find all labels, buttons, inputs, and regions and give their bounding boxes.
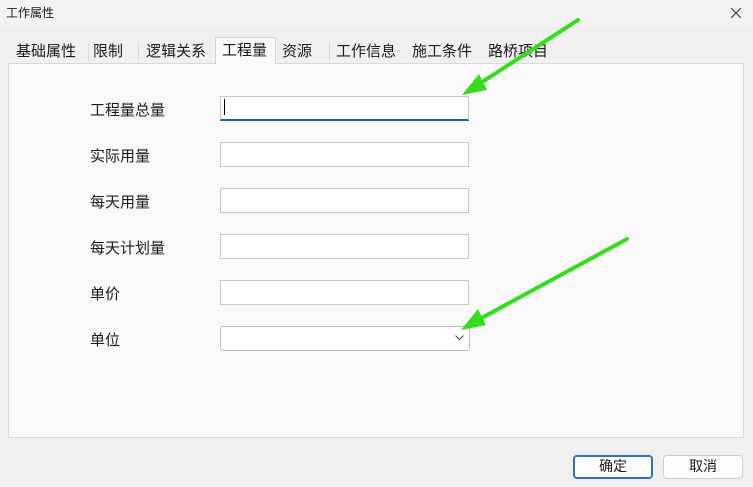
tab-basic-properties[interactable]: 基础属性 [16, 40, 76, 64]
ok-button[interactable]: 确定 [573, 455, 653, 479]
tab-resources[interactable]: 资源 [282, 40, 312, 64]
tab-separator [88, 42, 89, 62]
label-daily-planned: 每天计划量 [90, 239, 166, 257]
close-icon [731, 8, 741, 18]
tab-road-bridge-items[interactable]: 路桥项目 [488, 40, 548, 64]
text-caret [224, 99, 225, 115]
title-bar: 工作属性 [0, 0, 753, 26]
label-unit-price: 单价 [90, 285, 121, 303]
tab-constraints[interactable]: 限制 [93, 40, 123, 64]
label-total-quantity: 工程量总量 [90, 101, 166, 119]
chevron-down-icon [455, 335, 464, 341]
unit-select[interactable] [220, 326, 470, 351]
actual-usage-input[interactable] [220, 142, 469, 167]
daily-planned-input[interactable] [220, 234, 469, 259]
close-button[interactable] [719, 0, 753, 26]
label-daily-usage: 每天用量 [90, 193, 151, 211]
label-actual-usage: 实际用量 [90, 147, 151, 165]
tab-logic-relations[interactable]: 逻辑关系 [146, 40, 206, 64]
total-quantity-input[interactable] [220, 96, 469, 121]
tab-strip: 基础属性 限制 逻辑关系 工程量 资源 工作信息 施工条件 路桥项目 [8, 37, 753, 64]
label-unit: 单位 [90, 331, 121, 349]
tab-construction-conditions[interactable]: 施工条件 [412, 40, 472, 64]
cancel-button[interactable]: 取消 [663, 455, 743, 479]
tab-separator [138, 42, 139, 62]
tab-quantities[interactable]: 工程量 [215, 37, 276, 64]
daily-usage-input[interactable] [220, 188, 469, 213]
tab-work-info[interactable]: 工作信息 [336, 40, 396, 64]
tab-separator [329, 42, 330, 62]
unit-price-input[interactable] [220, 280, 469, 305]
window-title: 工作属性 [6, 6, 55, 20]
